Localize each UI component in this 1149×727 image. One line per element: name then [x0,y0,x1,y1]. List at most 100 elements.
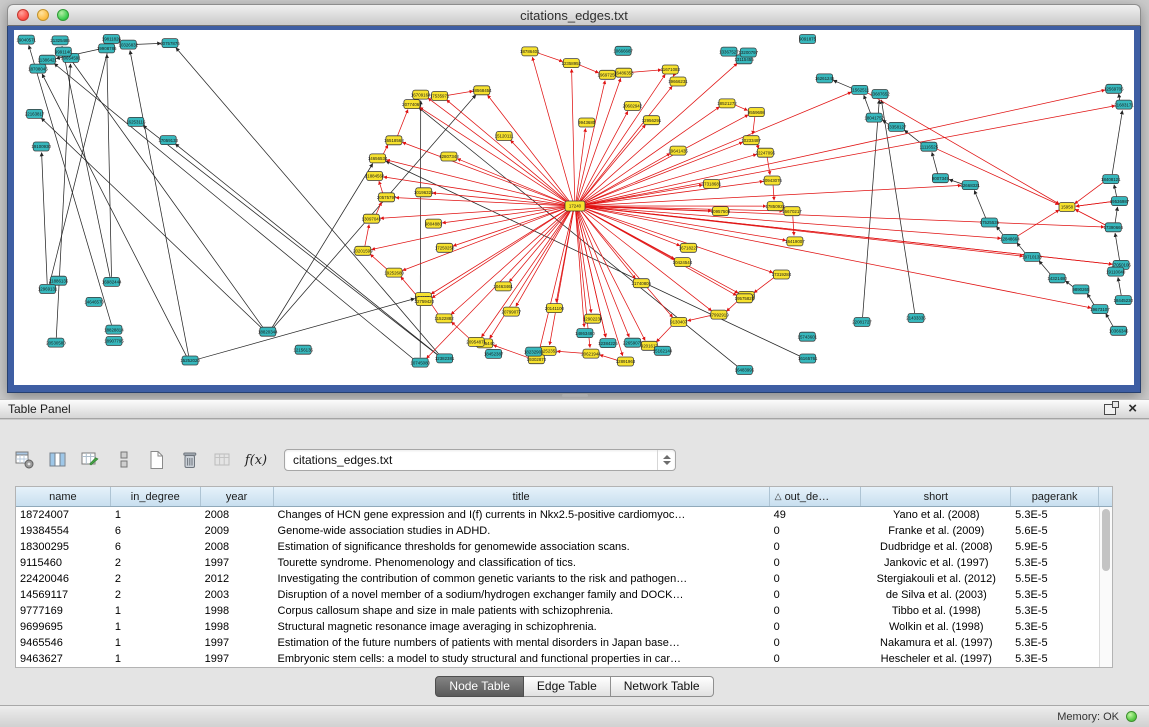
graph-node[interactable]: 22759420 [415,297,435,306]
window-titlebar[interactable]: citations_edges.txt [7,4,1141,26]
table-row[interactable]: 977716911998Corpus callosum shape and si… [16,603,1099,619]
graph-node[interactable]: 19110040 [1106,267,1126,276]
column-header-in-degree[interactable]: in_degree [111,487,201,506]
network-canvas[interactable]: 1724015958187864011235895219697258164863… [14,30,1134,385]
graph-node[interactable]: 17240 [565,201,585,211]
float-panel-icon[interactable] [1104,404,1116,415]
column-header-title[interactable]: title [274,487,770,506]
graph-node[interactable]: 17992919 [709,310,729,319]
import-table-button[interactable] [210,448,236,472]
column-header-short[interactable]: short [861,487,1011,506]
graph-node[interactable]: 18408121 [1101,175,1121,184]
graph-node[interactable]: 10957509 [711,207,731,216]
graph-node[interactable]: 11562511 [850,85,869,94]
graph-node[interactable]: 12902234 [583,314,603,323]
row-height-button[interactable] [111,448,137,472]
graph-node[interactable]: 20141100 [545,304,565,313]
graph-node[interactable]: 16518568 [384,136,404,145]
graph-node[interactable]: 17250258 [435,243,455,252]
graph-node[interactable]: 21325485 [50,36,70,45]
graph-node[interactable]: 9991140 [55,47,72,56]
graph-node[interactable]: 14321480 [1047,274,1067,283]
graph-node[interactable]: 18568454 [472,86,492,95]
graph-node[interactable]: 19100930 [31,142,51,151]
graph-node[interactable]: 18828814 [104,325,124,334]
scrollbar-thumb[interactable] [1102,509,1110,571]
graph-node[interactable]: 18452387 [484,349,504,358]
graph-node[interactable]: 21433336 [906,314,926,323]
graph-node[interactable]: 11671083 [661,65,681,74]
graph-node[interactable]: 10326832 [119,40,139,49]
graph-node[interactable]: 16718227 [679,243,699,252]
graph-node[interactable]: 13358127 [887,122,907,131]
graph-node[interactable]: 15162144 [653,346,673,355]
graph-node[interactable]: 15743601 [798,332,818,341]
graph-node[interactable]: 14646570 [84,297,104,306]
graph-node[interactable]: 17319284 [772,270,792,279]
graph-node[interactable]: 11116525 [920,142,939,151]
graph-node[interactable]: 11386421 [38,55,58,64]
graph-node[interactable]: 18708046 [28,64,48,73]
graph-node[interactable]: 14656534 [368,154,388,163]
graph-node[interactable]: 21683171 [1114,100,1134,109]
graph-node[interactable]: 10233487 [741,136,761,145]
graph-node[interactable]: 11522882 [434,314,454,323]
graph-node[interactable]: 20201599 [353,246,373,255]
graph-node[interactable]: 20757876 [160,39,180,48]
graph-node[interactable]: 9890265 [1072,285,1090,294]
table-row[interactable]: 911546021997Tourette syndrome. Phenomeno… [16,555,1099,571]
graph-node[interactable]: 22247096 [756,148,776,157]
graph-node[interactable]: 19673107 [1090,305,1110,314]
graph-node[interactable]: 16483996 [735,366,755,375]
graph-node[interactable]: 20954871 [466,337,486,346]
graph-node[interactable]: 22081727 [852,318,872,327]
graph-node[interactable]: 12382381 [435,354,455,363]
tab-edge-table[interactable]: Edge Table [524,676,611,697]
graph-node[interactable]: 19908786 [97,44,117,53]
graph-node[interactable]: 19575828 [735,294,755,303]
show-columns-button[interactable] [45,448,71,472]
graph-node[interactable]: 9130407 [670,317,688,326]
edit-table-button[interactable] [78,448,104,472]
tab-node-table[interactable]: Node Table [435,676,524,697]
graph-node[interactable]: 12569706 [1104,84,1124,93]
graph-node[interactable]: 16253116 [126,117,146,126]
graph-node[interactable]: 18521272 [717,99,737,108]
graph-node[interactable]: 20575797 [377,193,397,202]
graph-node[interactable]: 12358952 [562,59,582,68]
column-header-pagerank[interactable]: pagerank [1011,487,1099,506]
graph-node[interactable]: 18445230 [1114,296,1134,305]
graph-node[interactable]: 19710133 [1022,252,1042,261]
graph-node[interactable]: 15958 [1059,203,1075,212]
graph-node[interactable]: 9007349 [932,174,950,183]
table-row[interactable]: 1938455462009Genome-wide association stu… [16,523,1099,539]
column-header-year[interactable]: year [201,487,274,506]
graph-node[interactable]: 13097046 [362,214,382,223]
graph-node[interactable]: 21886136 [49,276,69,285]
zoom-window-button[interactable] [57,9,69,21]
table-selector-dropdown[interactable]: citations_edges.txt [284,449,676,471]
graph-node[interactable]: 12156136 [293,345,313,354]
graph-node[interactable]: 20774067 [402,100,422,109]
graph-node[interactable]: 12969131 [38,285,58,294]
graph-node[interactable]: 13367527 [719,47,739,56]
graph-node[interactable]: 9943680 [578,118,596,127]
graph-node[interactable]: 10943076 [762,176,782,185]
graph-node[interactable]: 12956291 [642,116,662,125]
graph-node[interactable]: 21884568 [365,172,385,181]
graph-node[interactable]: 13200797 [739,48,759,57]
graph-node[interactable]: 12807348 [439,152,459,161]
tab-network-table[interactable]: Network Table [611,676,714,697]
delete-column-button[interactable] [177,448,203,472]
graph-node[interactable]: 10366346 [1109,326,1129,335]
minimize-window-button[interactable] [37,9,49,21]
graph-node[interactable]: 16982444 [102,277,122,286]
graph-node[interactable]: 18820344 [258,327,278,336]
table-row[interactable]: 1830029562008Estimation of significance … [16,539,1099,555]
graph-node[interactable]: 14863480 [575,329,595,338]
function-builder-button[interactable]: f(x) [243,448,269,472]
graph-node[interactable]: 17525535 [980,218,1000,227]
graph-node[interactable]: 17318681 [702,180,722,189]
graph-node[interactable]: 12848664 [1000,234,1020,243]
graph-node[interactable]: 19536987 [1110,197,1130,206]
